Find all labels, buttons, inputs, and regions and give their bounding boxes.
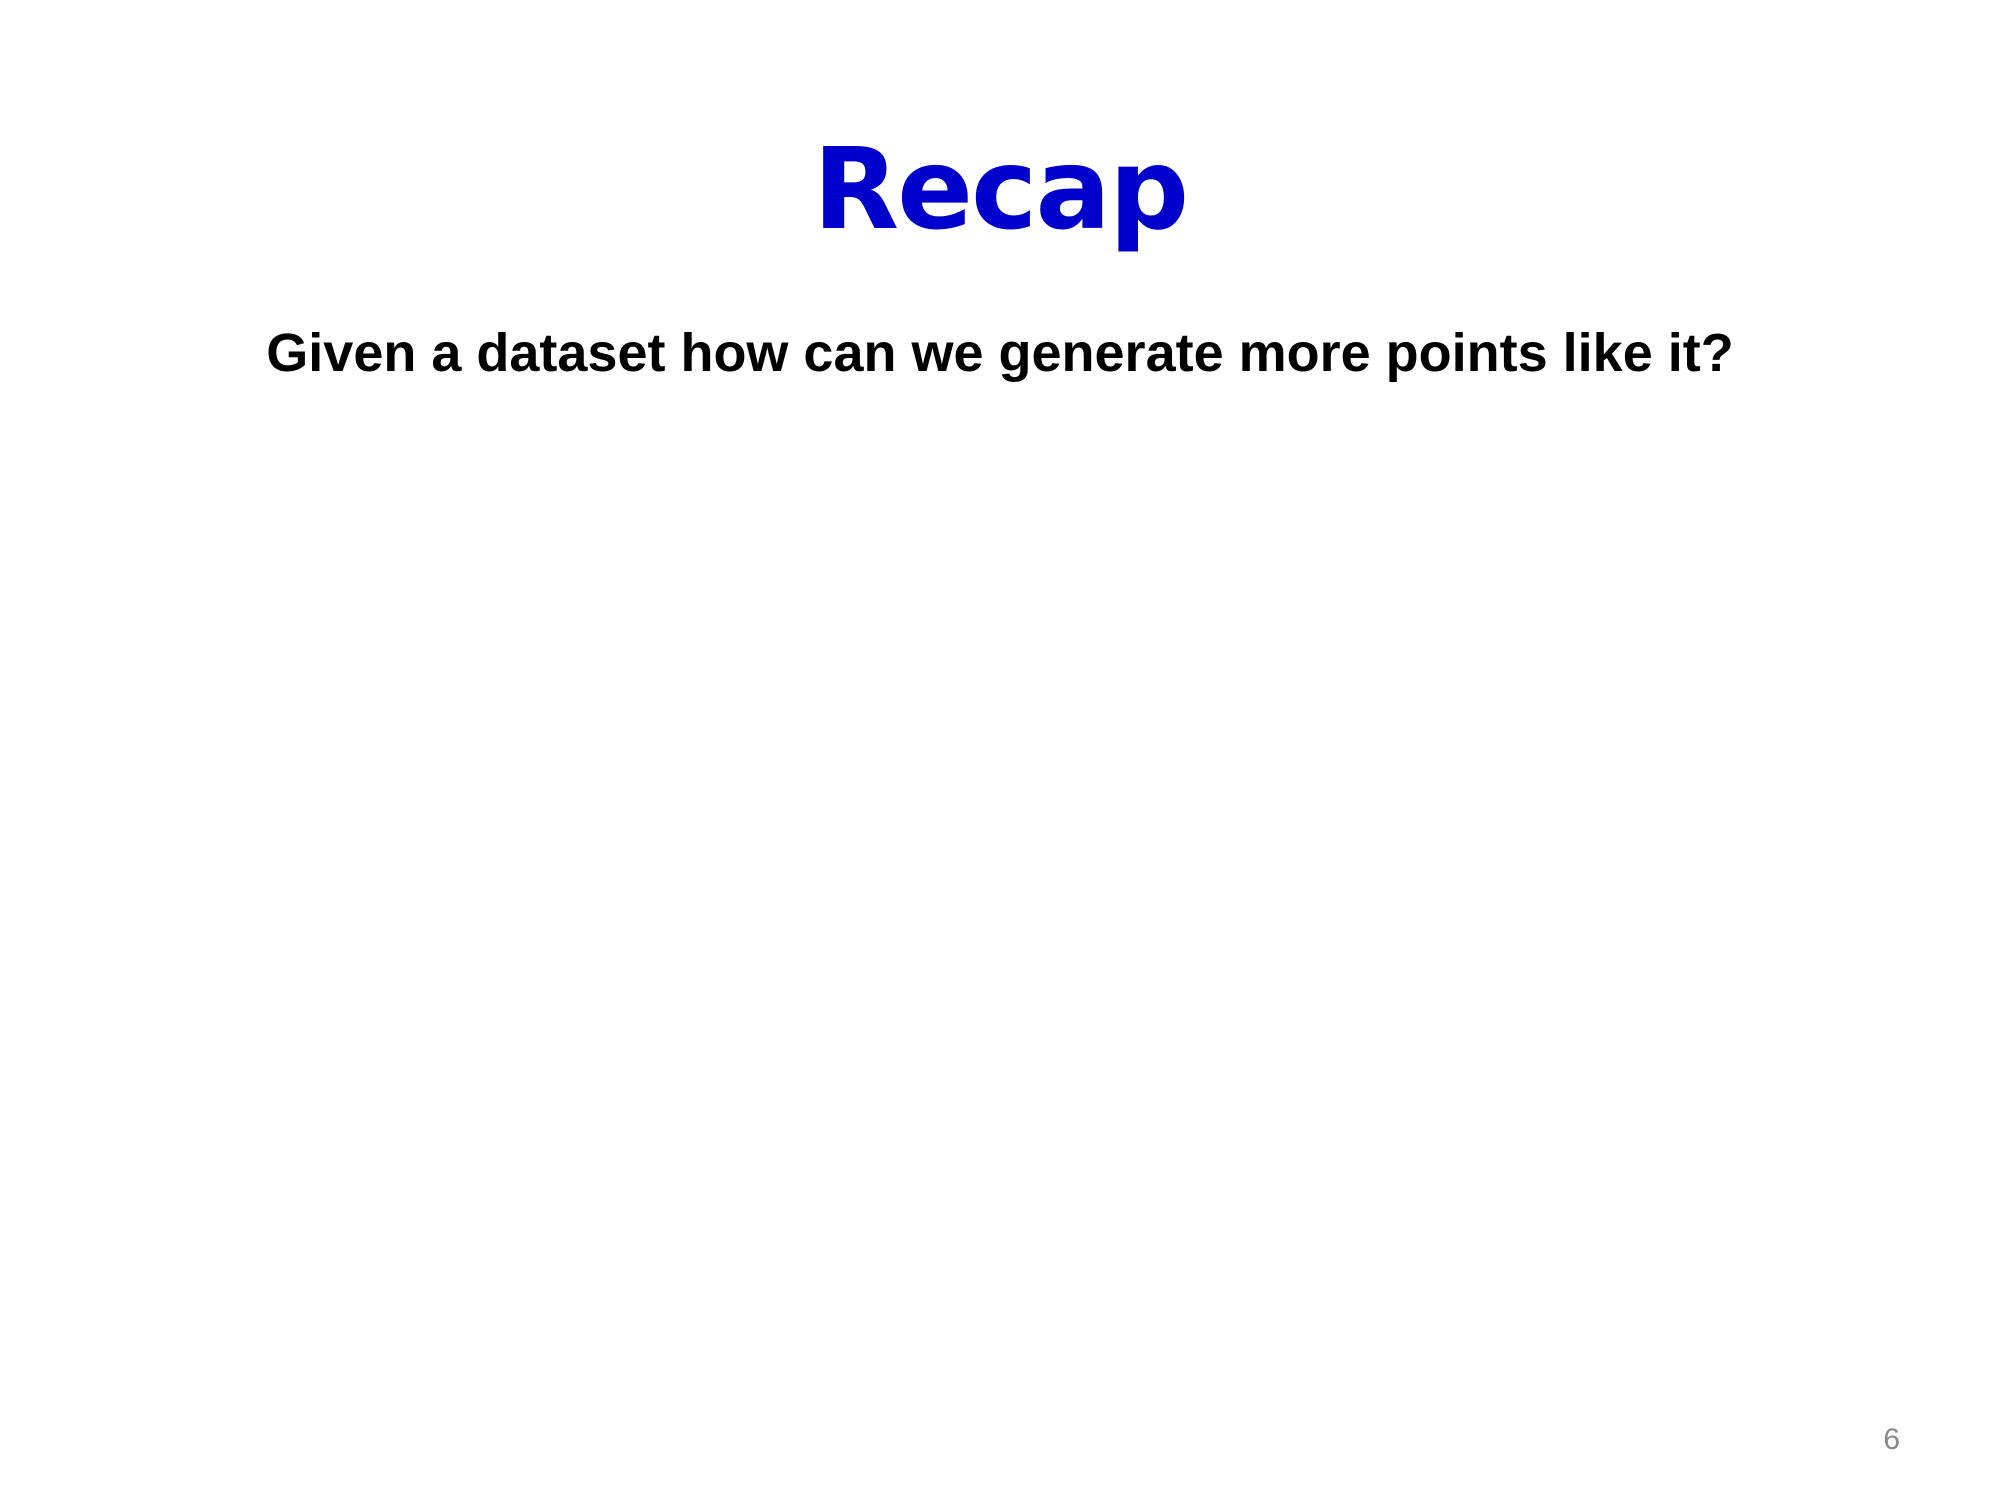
slide-title: Recap (812, 125, 1189, 255)
slide: Recap Given a dataset how can we generat… (0, 0, 2000, 1500)
page-number: 6 (1883, 1423, 1900, 1456)
slide-subtitle: Given a dataset how can we generate more… (266, 323, 1734, 383)
